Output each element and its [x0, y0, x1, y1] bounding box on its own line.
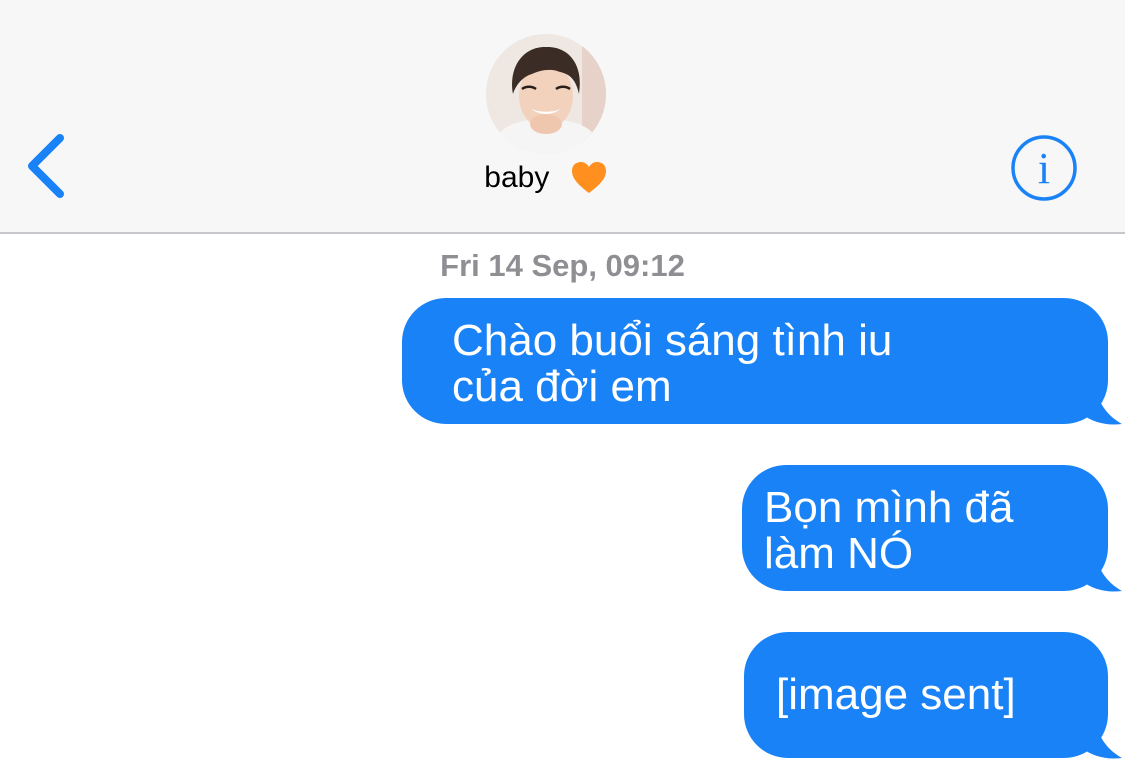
- contact-title[interactable]: baby: [0, 160, 1092, 196]
- contact-name: baby: [484, 161, 550, 195]
- svg-text:i: i: [1038, 144, 1050, 193]
- conversation-header: baby i: [0, 0, 1125, 234]
- sent-image-message-bubble[interactable]: [image sent]: [744, 632, 1108, 758]
- orange-heart-icon: [571, 162, 606, 194]
- sent-message-bubble[interactable]: Chào buổi sáng tình iu của đời em: [402, 298, 1108, 424]
- message-timestamp: Fri 14 Sep, 09:12: [440, 248, 685, 283]
- bubble-tail: [1082, 386, 1122, 425]
- bubble-tail: [1082, 553, 1122, 592]
- info-icon: i: [1011, 135, 1077, 201]
- sent-message-bubble[interactable]: Bọn mình đã làm NÓ: [742, 465, 1108, 591]
- contact-avatar[interactable]: [486, 34, 606, 154]
- avatar-photo: [486, 34, 606, 154]
- info-button[interactable]: i: [1009, 133, 1079, 203]
- bubble-tail: [1082, 720, 1122, 759]
- messages-screen: baby i Fri 14 Sep, 09:12 Chào buổi sáng …: [0, 0, 1125, 784]
